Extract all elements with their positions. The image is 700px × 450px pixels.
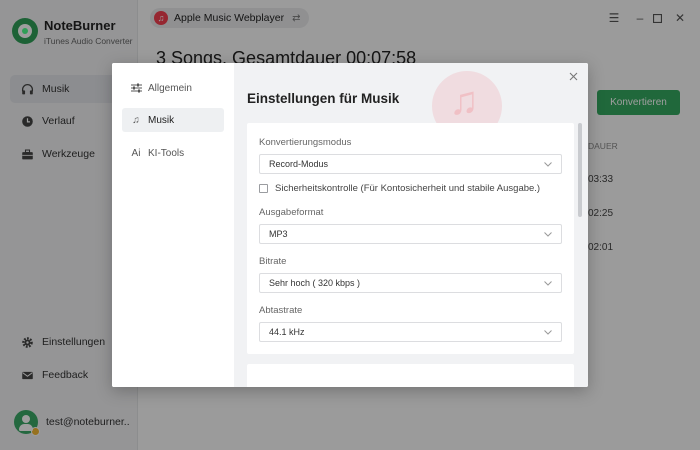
- settings-nav-label: Musik: [148, 114, 175, 126]
- mode-value: Record-Modus: [269, 159, 329, 169]
- settings-panel: Einstellungen für Musik Konvertierungsmo…: [234, 63, 588, 387]
- safety-checkbox[interactable]: [259, 184, 268, 193]
- chevron-down-icon: [543, 278, 553, 288]
- format-label: Ausgabeformat: [259, 207, 324, 218]
- chevron-down-icon: [543, 159, 553, 169]
- bitrate-label: Bitrate: [259, 256, 287, 267]
- settings-nav-musik[interactable]: ♫ Musik: [122, 108, 224, 132]
- chevron-down-icon: [543, 229, 553, 239]
- settings-nav: Allgemein ♫ Musik Ai KI-Tools: [112, 63, 234, 387]
- ai-icon: Ai: [131, 147, 141, 159]
- format-select[interactable]: MP3: [259, 224, 562, 244]
- sliders-icon: [130, 83, 142, 93]
- format-value: MP3: [269, 229, 288, 239]
- safety-check-label: Sicherheitskontrolle (Für Kontosicherhei…: [275, 183, 541, 194]
- dialog-close-icon[interactable]: [566, 69, 580, 83]
- bitrate-value: Sehr hoch ( 320 kbps ): [269, 278, 361, 288]
- samplerate-label: Abtastrate: [259, 305, 303, 316]
- settings-nav-label: Allgemein: [148, 82, 192, 94]
- samplerate-select[interactable]: 44.1 kHz: [259, 322, 562, 342]
- mode-select[interactable]: Record-Modus: [259, 154, 562, 174]
- settings-nav-allgemein[interactable]: Allgemein: [122, 76, 224, 100]
- settings-card-next: [247, 364, 574, 387]
- safety-check-row[interactable]: Sicherheitskontrolle (Für Kontosicherhei…: [259, 183, 540, 194]
- settings-card: Konvertierungsmodus Record-Modus Sicherh…: [247, 123, 574, 354]
- settings-nav-ki-tools[interactable]: Ai KI-Tools: [122, 141, 224, 165]
- bitrate-select[interactable]: Sehr hoch ( 320 kbps ): [259, 273, 562, 293]
- chevron-down-icon: [543, 327, 553, 337]
- samplerate-value: 44.1 kHz: [269, 327, 305, 337]
- settings-nav-label: KI-Tools: [148, 147, 185, 159]
- settings-scrollbar[interactable]: [578, 123, 582, 373]
- scrollbar-thumb[interactable]: [578, 123, 582, 217]
- mode-label: Konvertierungsmodus: [259, 137, 352, 148]
- dialog-title: Einstellungen für Musik: [247, 91, 400, 106]
- settings-dialog: Allgemein ♫ Musik Ai KI-Tools Einstellun…: [112, 63, 588, 387]
- music-note-icon: ♫: [132, 114, 140, 126]
